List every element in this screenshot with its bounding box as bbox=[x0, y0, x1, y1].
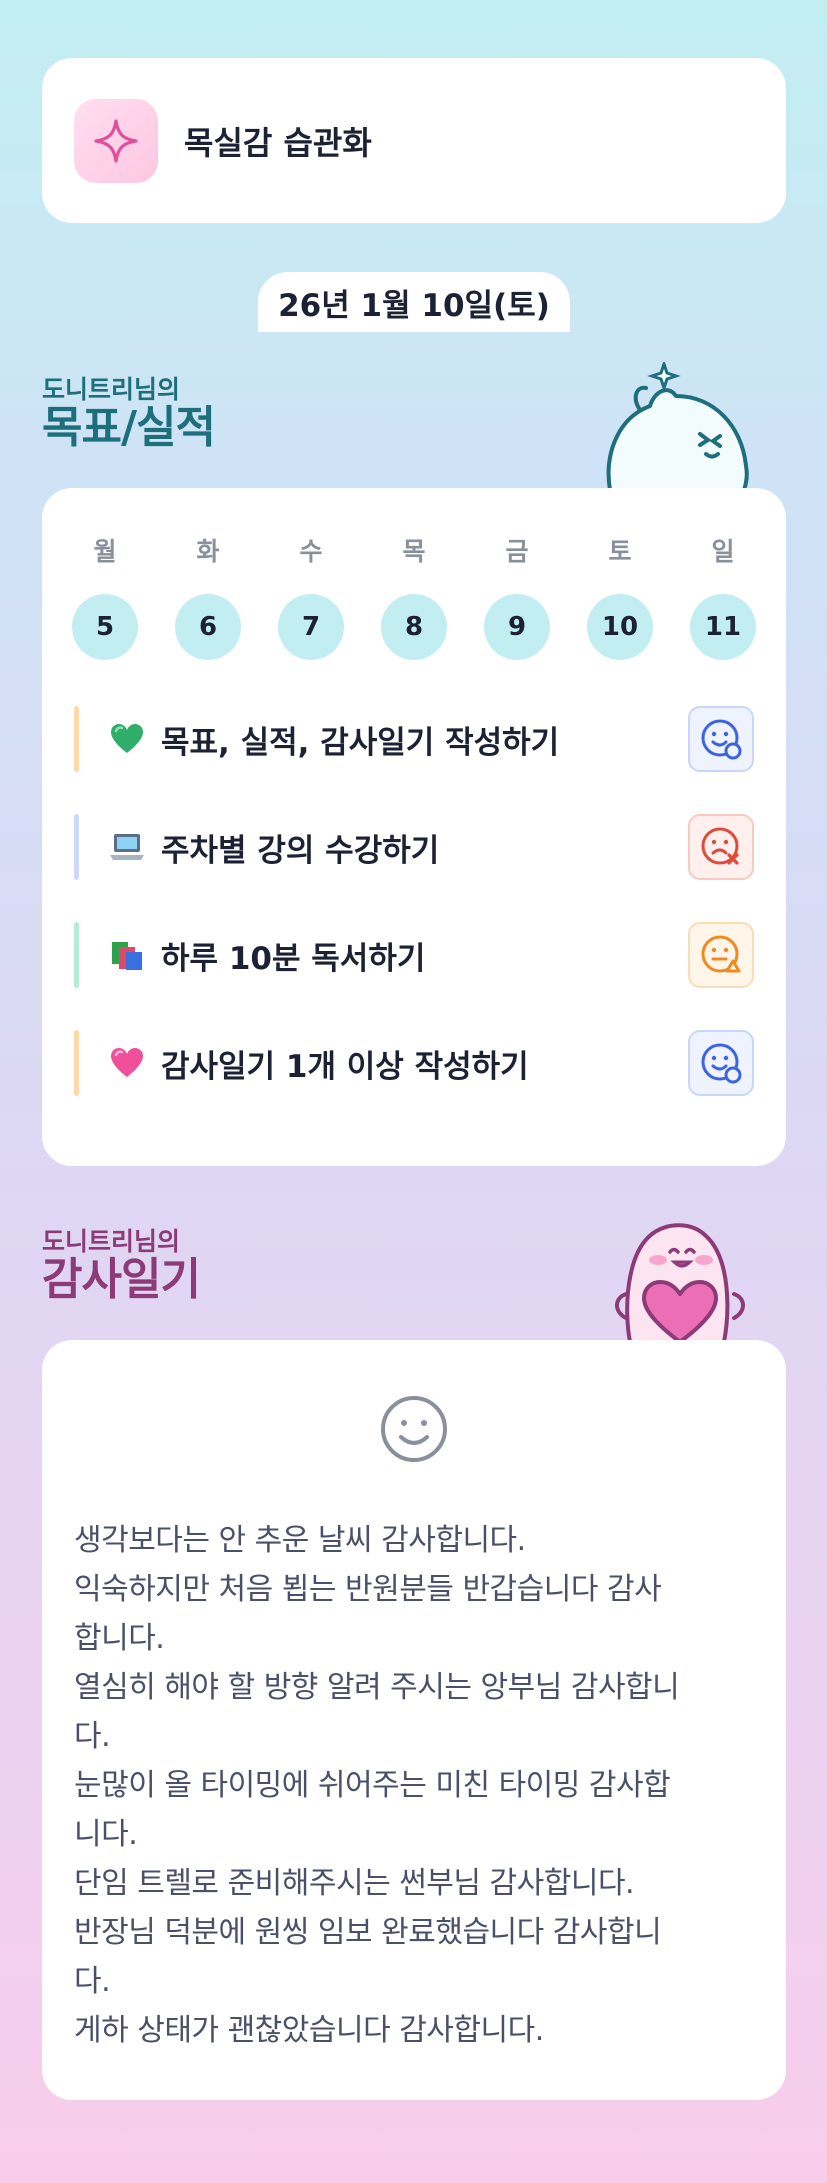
diary-line: 반장님 덕분에 원씽 임보 완료했습니다 감사합니 bbox=[74, 1915, 662, 1950]
diary-line: 합니다. bbox=[74, 1621, 165, 1656]
diary-card: 생각보다는 안 추운 날씨 감사합니다. 익숙하지만 처음 뵙는 반원분들 반갑… bbox=[42, 1340, 786, 2100]
smile-face-icon[interactable] bbox=[379, 1394, 449, 1464]
goal-color-bar bbox=[74, 1030, 79, 1096]
goal-text: 주차별 강의 수강하기 bbox=[161, 832, 440, 869]
diary-line: 단임 트렐로 준비해주시는 썬부님 감사합니다. bbox=[74, 1866, 635, 1901]
goals-section-title: 목표/실적 bbox=[42, 402, 216, 453]
goal-item[interactable]: 주차별 강의 수강하기 bbox=[74, 814, 754, 880]
day-fri[interactable]: 금 9 bbox=[484, 532, 550, 660]
day-sun[interactable]: 일 11 bbox=[690, 532, 756, 660]
books-icon bbox=[109, 937, 145, 973]
diary-text: 생각보다는 안 추운 날씨 감사합니다. 익숙하지만 처음 뵙는 반원분들 반갑… bbox=[74, 1516, 754, 2055]
goal-item[interactable]: 감사일기 1개 이상 작성하기 bbox=[74, 1030, 754, 1096]
status-partial-button[interactable] bbox=[688, 922, 754, 988]
day-label: 토 bbox=[608, 537, 632, 566]
laptop-icon bbox=[109, 829, 145, 865]
day-number: 10 bbox=[587, 594, 653, 660]
pink-mascot-illustration bbox=[615, 1223, 745, 1342]
goal-item[interactable]: 하루 10분 독서하기 bbox=[74, 922, 754, 988]
diary-line: 익숙하지만 처음 뵙는 반원분들 반갑습니다 감사 bbox=[74, 1572, 662, 1607]
day-number: 8 bbox=[381, 594, 447, 660]
goal-color-bar bbox=[74, 922, 79, 988]
day-number: 11 bbox=[690, 594, 756, 660]
goal-item[interactable]: 목표, 실적, 감사일기 작성하기 bbox=[74, 706, 754, 772]
day-label: 수 bbox=[299, 537, 323, 566]
goal-text: 목표, 실적, 감사일기 작성하기 bbox=[161, 724, 560, 761]
diary-section-subtitle: 도니트리님의 bbox=[42, 1227, 181, 1256]
status-done-button[interactable] bbox=[688, 706, 754, 772]
diary-line: 니다. bbox=[74, 1817, 138, 1852]
day-number: 5 bbox=[72, 594, 138, 660]
goal-color-bar bbox=[74, 814, 79, 880]
day-label: 일 bbox=[711, 537, 735, 566]
habit-title: 목실감 습관화 bbox=[184, 123, 372, 162]
goal-color-bar bbox=[74, 706, 79, 772]
neutral-triangle-icon bbox=[701, 935, 741, 973]
goal-text: 감사일기 1개 이상 작성하기 bbox=[161, 1048, 529, 1085]
diary-section-header: 도니트리님의 감사일기 bbox=[42, 1227, 201, 1305]
day-label: 화 bbox=[196, 537, 220, 566]
status-done-button[interactable] bbox=[688, 1030, 754, 1096]
diary-line: 열심히 해야 할 방향 알려 주시는 앙부님 감사합니 bbox=[74, 1670, 680, 1705]
diary-line: 다. bbox=[74, 1964, 111, 1999]
sad-x-icon bbox=[701, 827, 739, 865]
day-number: 7 bbox=[278, 594, 344, 660]
mint-mascot-illustration bbox=[606, 362, 749, 490]
pink-heart-icon bbox=[109, 1045, 145, 1081]
date-label: 26년 1월 10일(토) bbox=[258, 272, 570, 332]
day-label: 월 bbox=[93, 537, 117, 566]
week-calendar: 월 5 화 6 수 7 목 8 금 9 토 10 일 11 bbox=[72, 532, 756, 660]
diary-line: 생각보다는 안 추운 날씨 감사합니다. bbox=[74, 1523, 526, 1558]
day-number: 9 bbox=[484, 594, 550, 660]
diary-section-title: 감사일기 bbox=[42, 1254, 201, 1305]
diary-line: 눈많이 올 타이밍에 쉬어주는 미친 타이밍 감사합 bbox=[74, 1768, 671, 1803]
diary-line: 게하 상태가 괜찮았습니다 감사합니다. bbox=[74, 2013, 544, 2048]
smile-check-icon bbox=[701, 719, 742, 760]
goal-text: 하루 10분 독서하기 bbox=[161, 940, 426, 977]
sparkle-icon bbox=[74, 98, 158, 183]
day-thu[interactable]: 목 8 bbox=[381, 532, 447, 660]
status-failed-button[interactable] bbox=[688, 814, 754, 880]
day-tue[interactable]: 화 6 bbox=[175, 532, 241, 660]
goals-section-header: 도니트리님의 목표/실적 bbox=[42, 375, 216, 453]
day-sat[interactable]: 토 10 bbox=[587, 532, 653, 660]
habit-card[interactable]: 목실감 습관화 bbox=[42, 58, 786, 223]
day-number: 6 bbox=[175, 594, 241, 660]
smile-check-icon bbox=[701, 1043, 742, 1084]
day-label: 금 bbox=[505, 537, 529, 566]
day-mon[interactable]: 월 5 bbox=[72, 532, 138, 660]
day-wed[interactable]: 수 7 bbox=[278, 532, 344, 660]
day-label: 목 bbox=[402, 537, 426, 566]
diary-line: 다. bbox=[74, 1719, 111, 1754]
green-heart-icon bbox=[109, 721, 145, 757]
goals-section-subtitle: 도니트리님의 bbox=[42, 375, 181, 404]
goals-card: 월 5 화 6 수 7 목 8 금 9 토 10 일 11 목표, 실적, 감사… bbox=[42, 488, 786, 1166]
